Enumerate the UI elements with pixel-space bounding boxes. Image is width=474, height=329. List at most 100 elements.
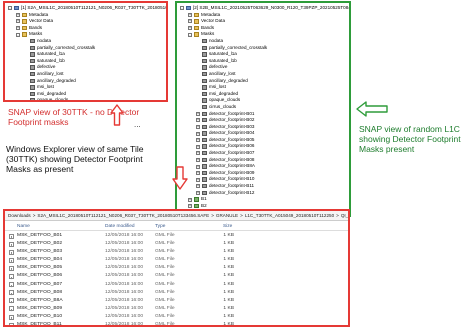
breadcrumb-item[interactable]: L1C_T30TTK_A015049_20180510T112250: [245, 213, 334, 218]
file-row[interactable]: MSK_DETFOO_B06 12/05/2018 16:00 GML File 1 …: [5, 272, 348, 280]
tree-node[interactable]: - Masks: [179, 31, 347, 38]
file-row[interactable]: MSK_DETFOO_B03 12/05/2018 16:00 GML File 1 …: [5, 248, 348, 256]
tree-node[interactable]: cirrus_clouds: [179, 104, 347, 111]
tree-node[interactable]: + detector_footprint-B10: [179, 176, 347, 183]
expand-icon[interactable]: +: [196, 190, 200, 195]
expand-icon[interactable]: +: [196, 177, 200, 182]
file-name: MSK_DETFOO_B03: [17, 249, 63, 255]
expand-icon[interactable]: +: [16, 19, 20, 24]
expand-icon[interactable]: +: [188, 204, 192, 209]
tree-node[interactable]: msi_degraded: [7, 91, 164, 98]
file-icon: [9, 290, 14, 296]
tree-node[interactable]: + detector_footprint-B01: [179, 111, 347, 118]
address-bar[interactable]: Downloads > S2A_MSIL1C_20180510T112121_N02…: [5, 211, 348, 221]
expand-icon[interactable]: +: [188, 197, 192, 202]
expand-icon[interactable]: +: [196, 151, 200, 156]
expand-icon[interactable]: +: [188, 19, 192, 24]
tree-node-label: detector_footprint-B09: [209, 169, 255, 175]
expand-icon[interactable]: +: [16, 26, 20, 31]
tree-node[interactable]: + detector_footprint-B08: [179, 157, 347, 164]
tree-node[interactable]: - Masks: [7, 31, 164, 38]
tree-node[interactable]: defective: [179, 64, 347, 71]
column-size[interactable]: Size: [223, 222, 232, 231]
expand-icon[interactable]: +: [188, 12, 192, 17]
collapse-icon[interactable]: -: [8, 6, 12, 11]
tree-node[interactable]: + detector_footprint-B12: [179, 190, 347, 197]
tree-node[interactable]: opaque_clouds: [7, 97, 164, 100]
tree-node[interactable]: ancillary_lost: [179, 71, 347, 78]
tree-node[interactable]: partially_corrected_crosstalk: [179, 45, 347, 52]
tree-node[interactable]: - [1] S2A_MSIL1C_20180510T112121_N0206_R0…: [7, 5, 166, 12]
tree-node[interactable]: opaque_clouds: [179, 97, 347, 104]
tree-node[interactable]: nodata: [179, 38, 347, 45]
expand-icon[interactable]: +: [196, 171, 200, 176]
expand-icon[interactable]: +: [196, 157, 200, 162]
tree-node[interactable]: + detector_footprint-B07: [179, 150, 347, 157]
column-date-modified[interactable]: Date modified: [105, 222, 135, 231]
file-row[interactable]: MSK_DETFOO_B05 12/05/2018 16:00 GML File 1 …: [5, 264, 348, 272]
collapse-icon[interactable]: -: [16, 32, 20, 37]
tree-node[interactable]: msi_lost: [179, 84, 347, 91]
tree-node[interactable]: + detector_footprint-B09: [179, 170, 347, 177]
tree-node[interactable]: saturated_l1b: [7, 58, 164, 65]
tree-node[interactable]: + detector_footprint-B8A: [179, 163, 347, 170]
tree-node[interactable]: + Vector Data: [7, 18, 164, 25]
tree-node[interactable]: + detector_footprint-B02: [179, 117, 347, 124]
expand-icon[interactable]: +: [196, 124, 200, 129]
file-date-modified: 12/05/2018 16:00: [105, 297, 144, 303]
expand-icon[interactable]: +: [196, 184, 200, 189]
expand-icon[interactable]: +: [196, 118, 200, 123]
breadcrumb-item[interactable]: QI_DATA: [341, 213, 348, 218]
tree-node[interactable]: ancillary_lost: [7, 71, 164, 78]
tree-node[interactable]: partially_corrected_crosstalk: [7, 45, 164, 52]
file-date-modified: 12/05/2018 16:00: [105, 265, 144, 271]
breadcrumb-item[interactable]: S2A_MSIL1C_20180510T112121_N0206_R037_T3…: [37, 213, 209, 218]
tree-node[interactable]: nodata: [7, 38, 164, 45]
tree-node[interactable]: + detector_footprint-B05: [179, 137, 347, 144]
column-type[interactable]: Type: [155, 222, 165, 231]
tree-node[interactable]: + Metadata: [7, 12, 164, 19]
file-row[interactable]: MSK_DETFOO_B11 12/05/2018 16:00 GML File 1 …: [5, 321, 348, 325]
expand-icon[interactable]: +: [196, 144, 200, 149]
file-row[interactable]: MSK_DETFOO_B08 12/05/2018 16:00 GML File 1 …: [5, 289, 348, 297]
tree-node[interactable]: + Vector Data: [179, 18, 347, 25]
expand-icon[interactable]: +: [16, 12, 20, 17]
tree-node[interactable]: + B1: [179, 196, 347, 203]
tree-node[interactable]: msi_lost: [7, 84, 164, 91]
expand-icon[interactable]: +: [196, 111, 200, 116]
tree-node[interactable]: + detector_footprint-B03: [179, 124, 347, 131]
mask-icon: [30, 38, 35, 44]
file-row[interactable]: MSK_DETFOO_B10 12/05/2018 16:00 GML File 1 …: [5, 313, 348, 321]
tree-node[interactable]: saturated_l1a: [7, 51, 164, 58]
file-icon: [9, 257, 14, 263]
mask-icon: [202, 58, 207, 64]
expand-icon[interactable]: +: [196, 138, 200, 143]
expand-icon[interactable]: +: [196, 131, 200, 136]
tree-node[interactable]: + detector_footprint-B06: [179, 143, 347, 150]
tree-node[interactable]: saturated_l1b: [179, 58, 347, 65]
expand-icon[interactable]: +: [196, 164, 200, 169]
file-row[interactable]: MSK_DETFOO_B07 12/05/2018 16:00 GML File 1 …: [5, 281, 348, 289]
collapse-icon[interactable]: -: [188, 32, 192, 37]
tree-node[interactable]: + detector_footprint-B04: [179, 130, 347, 137]
file-row[interactable]: MSK_DETFOO_B01 12/05/2018 16:00 GML File 1 …: [5, 232, 348, 240]
file-row[interactable]: MSK_DETFOO_B02 12/05/2018 16:00 GML File 1 …: [5, 240, 348, 248]
tree-node[interactable]: ancillary_degraded: [179, 78, 347, 85]
tree-node[interactable]: + detector_footprint-B11: [179, 183, 347, 190]
tree-node[interactable]: msi_degraded: [179, 91, 347, 98]
tree-node[interactable]: + Metadata: [179, 12, 347, 19]
collapse-icon[interactable]: -: [180, 6, 184, 11]
tree-node[interactable]: - [2] S2B_MSIL1C_20210525T063629_N0300_R1…: [179, 5, 349, 12]
expand-icon[interactable]: +: [188, 26, 192, 31]
tree-node[interactable]: saturated_l1a: [179, 51, 347, 58]
tree-node[interactable]: + Bands: [179, 25, 347, 32]
file-row[interactable]: MSK_DETFOO_B09 12/05/2018 16:00 GML File 1 …: [5, 305, 348, 313]
breadcrumb-item[interactable]: Downloads: [8, 213, 31, 218]
tree-node[interactable]: + Bands: [7, 25, 164, 32]
column-name[interactable]: Name: [17, 222, 30, 231]
tree-node[interactable]: ancillary_degraded: [7, 78, 164, 85]
breadcrumb-item[interactable]: GRANULE: [216, 213, 238, 218]
file-row[interactable]: MSK_DETFOO_B8A 12/05/2018 16:00 GML File 1 …: [5, 297, 348, 305]
tree-node[interactable]: defective: [7, 64, 164, 71]
file-row[interactable]: MSK_DETFOO_B04 12/05/2018 16:00 GML File 1 …: [5, 256, 348, 264]
